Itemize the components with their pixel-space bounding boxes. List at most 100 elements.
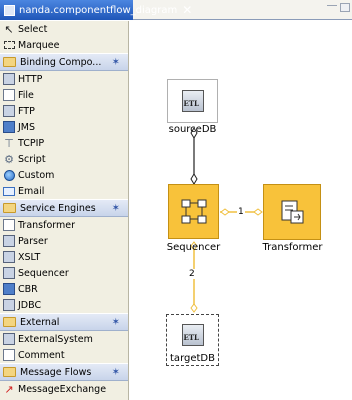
palette-item-label: Sequencer bbox=[18, 267, 69, 279]
ftp-icon bbox=[3, 105, 15, 117]
transformer-icon bbox=[3, 219, 15, 231]
folder-icon bbox=[3, 57, 16, 67]
palette-item-label: Custom bbox=[18, 169, 55, 181]
palette-item-label: JMS bbox=[18, 121, 36, 133]
palette-item-jms[interactable]: JMS bbox=[0, 119, 128, 135]
drawer-label: Service Engines bbox=[20, 202, 96, 214]
palette-item-label: File bbox=[18, 89, 34, 101]
link-label-seq-to-transformer: 1 bbox=[237, 207, 245, 217]
node-sourcedb[interactable] bbox=[167, 79, 218, 123]
folder-icon bbox=[3, 317, 16, 327]
etl-database-icon bbox=[181, 324, 204, 346]
node-sourcedb-label: sourceDB bbox=[168, 124, 217, 135]
palette-tool-label: Select bbox=[18, 23, 48, 35]
palette-item-label: MessageExchange bbox=[18, 383, 107, 395]
node-sequencer[interactable] bbox=[168, 184, 219, 239]
palette-item-file[interactable]: File bbox=[0, 87, 128, 103]
palette-item-label: CBR bbox=[18, 283, 38, 295]
email-icon bbox=[3, 185, 15, 197]
marquee-icon bbox=[3, 39, 15, 51]
minimize-icon[interactable] bbox=[327, 5, 337, 9]
xslt-icon bbox=[3, 251, 15, 263]
palette-item-script[interactable]: ⚙ Script bbox=[0, 151, 128, 167]
palette-item-parser[interactable]: Parser bbox=[0, 233, 128, 249]
pin-icon[interactable]: ✶ bbox=[112, 57, 120, 68]
palette-item-http[interactable]: HTTP bbox=[0, 71, 128, 87]
drawer-label: Binding Compo... bbox=[20, 56, 102, 68]
drawer-label: External bbox=[20, 316, 60, 328]
node-sequencer-label: Sequencer bbox=[166, 242, 221, 253]
palette-item-xslt[interactable]: XSLT bbox=[0, 249, 128, 265]
palette-item-sequencer[interactable]: Sequencer bbox=[0, 265, 128, 281]
node-transformer-label: Transformer bbox=[262, 242, 323, 253]
parser-icon bbox=[3, 235, 15, 247]
palette-tool-label: Marquee bbox=[18, 39, 60, 51]
jms-icon bbox=[3, 121, 15, 133]
link-end-diamond bbox=[190, 173, 198, 185]
palette-item-ftp[interactable]: FTP bbox=[0, 103, 128, 119]
close-icon[interactable]: ✕ bbox=[182, 4, 192, 16]
external-system-icon bbox=[3, 333, 15, 345]
custom-icon bbox=[3, 169, 15, 181]
folder-icon bbox=[3, 367, 16, 377]
pin-icon[interactable]: ✶ bbox=[112, 367, 120, 378]
tcpip-icon: ⊤ bbox=[4, 136, 14, 150]
node-transformer[interactable] bbox=[263, 184, 321, 240]
palette-item-label: ExternalSystem bbox=[18, 333, 93, 345]
folder-icon bbox=[3, 203, 16, 213]
palette-item-label: HTTP bbox=[18, 73, 43, 85]
transformer-icon bbox=[281, 200, 304, 224]
palette-item-label: Transformer bbox=[18, 219, 76, 231]
script-icon: ⚙ bbox=[4, 152, 14, 166]
palette-drawer-binding-components[interactable]: Binding Compo... ✶ bbox=[0, 53, 128, 71]
maximize-icon[interactable] bbox=[340, 3, 350, 12]
palette-item-label: Comment bbox=[18, 349, 65, 361]
select-arrow-icon: ↖ bbox=[4, 22, 14, 36]
palette-item-email[interactable]: Email bbox=[0, 183, 128, 199]
diagram-file-icon bbox=[4, 4, 15, 16]
message-exchange-icon: ↗ bbox=[4, 382, 14, 396]
palette-item-comment[interactable]: Comment bbox=[0, 347, 128, 363]
link-label-seq-to-target: 2 bbox=[188, 269, 196, 279]
palette-item-custom[interactable]: Custom bbox=[0, 167, 128, 183]
palette-item-message-exchange[interactable]: ↗ MessageExchange bbox=[0, 381, 128, 397]
sequencer-icon bbox=[3, 267, 15, 279]
palette-item-external-system[interactable]: ExternalSystem bbox=[0, 331, 128, 347]
palette-tool-select[interactable]: ↖ Select bbox=[0, 21, 128, 37]
palette-item-label: Script bbox=[18, 153, 46, 165]
palette-item-cbr[interactable]: CBR bbox=[0, 281, 128, 297]
cbr-icon bbox=[3, 283, 15, 295]
palette-item-label: FTP bbox=[18, 105, 35, 117]
link-start-diamond bbox=[220, 208, 230, 216]
etl-database-icon bbox=[181, 90, 204, 112]
palette-drawer-external[interactable]: External ✶ bbox=[0, 313, 128, 331]
link-end-diamond bbox=[253, 208, 263, 216]
diagram-canvas[interactable]: 1 2 sourceDB Sequencer Transformer bbox=[130, 21, 352, 400]
node-targetdb-label: targetDB bbox=[170, 353, 215, 364]
palette-item-label: JDBC bbox=[18, 299, 42, 311]
editor-tab[interactable]: nanda.componentflow_diagram ✕ bbox=[0, 0, 192, 20]
comment-icon bbox=[3, 349, 15, 361]
palette-item-label: TCPIP bbox=[18, 137, 45, 149]
editor-tab-bar: nanda.componentflow_diagram ✕ bbox=[0, 0, 352, 20]
palette: ↖ Select Marquee Binding Compo... ✶ HTTP… bbox=[0, 21, 129, 400]
link-end-diamond bbox=[190, 303, 198, 313]
palette-drawer-service-engines[interactable]: Service Engines ✶ bbox=[0, 199, 128, 217]
palette-item-label: Parser bbox=[18, 235, 48, 247]
palette-drawer-message-flows[interactable]: Message Flows ✶ bbox=[0, 363, 128, 381]
jdbc-icon bbox=[3, 299, 15, 311]
http-icon bbox=[3, 73, 15, 85]
palette-item-transformer[interactable]: Transformer bbox=[0, 217, 128, 233]
sequencer-icon bbox=[181, 199, 206, 223]
palette-item-tcpip[interactable]: ⊤ TCPIP bbox=[0, 135, 128, 151]
pin-icon[interactable]: ✶ bbox=[112, 317, 120, 328]
palette-item-jdbc[interactable]: JDBC bbox=[0, 297, 128, 313]
palette-item-label: XSLT bbox=[18, 251, 41, 263]
window-buttons bbox=[327, 3, 350, 12]
pin-icon[interactable]: ✶ bbox=[112, 203, 120, 214]
file-icon bbox=[3, 89, 15, 101]
palette-tool-marquee[interactable]: Marquee bbox=[0, 37, 128, 53]
drawer-label: Message Flows bbox=[20, 366, 92, 378]
palette-item-label: Email bbox=[18, 185, 45, 197]
editor-tab-title: nanda.componentflow_diagram bbox=[19, 4, 178, 16]
